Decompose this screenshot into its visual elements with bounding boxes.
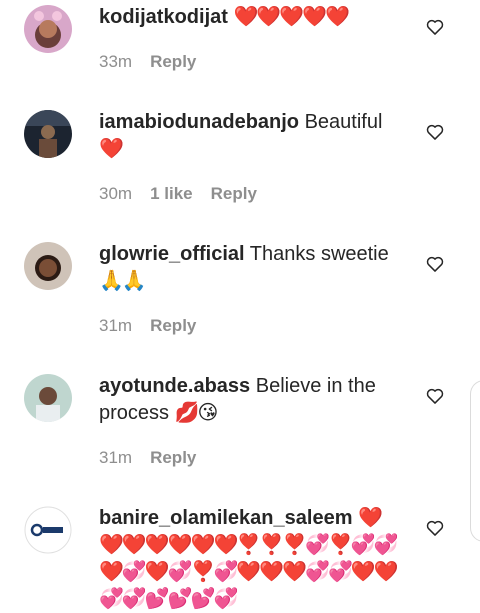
timestamp: 30m	[99, 184, 133, 203]
reply-button[interactable]: Reply	[150, 52, 196, 72]
timestamp: 31m	[99, 448, 133, 467]
comment-text: iamabiodunadebanjo Beautiful ❤️	[99, 109, 399, 163]
avatar[interactable]	[24, 110, 72, 158]
comment-emoji: ❤️❤️❤️❤️❤️	[233, 6, 350, 28]
side-panel-edge	[470, 380, 480, 542]
timestamp: 33m	[99, 52, 133, 71]
comment-meta: 33m Reply	[99, 52, 196, 72]
username[interactable]: banire_olamilekan_saleem	[99, 507, 352, 529]
reply-button[interactable]: Reply	[150, 316, 196, 336]
comment-text: ayotunde.abass Believe in the process 💋😘	[99, 373, 399, 427]
comment-text: kodijatkodijat ❤️❤️❤️❤️❤️	[99, 4, 399, 31]
comment-emoji: 💋😘	[174, 402, 219, 424]
comment-text: glowrie_official Thanks sweetie 🙏🙏	[99, 241, 399, 295]
comment-meta: 31m Reply	[99, 316, 196, 336]
likes-count[interactable]: 1 like	[150, 184, 193, 204]
avatar[interactable]	[24, 506, 72, 554]
comment-body: Beautiful	[304, 111, 383, 133]
heart-outline-icon[interactable]	[425, 518, 445, 538]
comment-meta: 31m Reply	[99, 448, 196, 468]
avatar[interactable]	[24, 5, 72, 53]
timestamp: 31m	[99, 316, 133, 335]
comment-emoji: 🙏🙏	[99, 270, 147, 292]
username[interactable]: glowrie_official	[99, 243, 245, 265]
comment-emoji: ❤️	[99, 138, 124, 160]
comment-text: banire_olamilekan_saleem ❤️❤️❤️❤️❤️❤️❤️❣…	[99, 505, 399, 613]
avatar[interactable]	[24, 242, 72, 290]
reply-button[interactable]: Reply	[211, 184, 257, 204]
reply-button[interactable]: Reply	[150, 448, 196, 468]
avatar[interactable]	[24, 374, 72, 422]
heart-outline-icon[interactable]	[425, 254, 445, 274]
username[interactable]: ayotunde.abass	[99, 375, 250, 397]
username[interactable]: kodijatkodijat	[99, 6, 228, 28]
comment-meta: 30m 1 like Reply	[99, 184, 257, 204]
heart-outline-icon[interactable]	[425, 386, 445, 406]
heart-outline-icon[interactable]	[425, 17, 445, 37]
username[interactable]: iamabiodunadebanjo	[99, 111, 299, 133]
heart-outline-icon[interactable]	[425, 122, 445, 142]
comment-body: Thanks sweetie	[249, 243, 389, 265]
